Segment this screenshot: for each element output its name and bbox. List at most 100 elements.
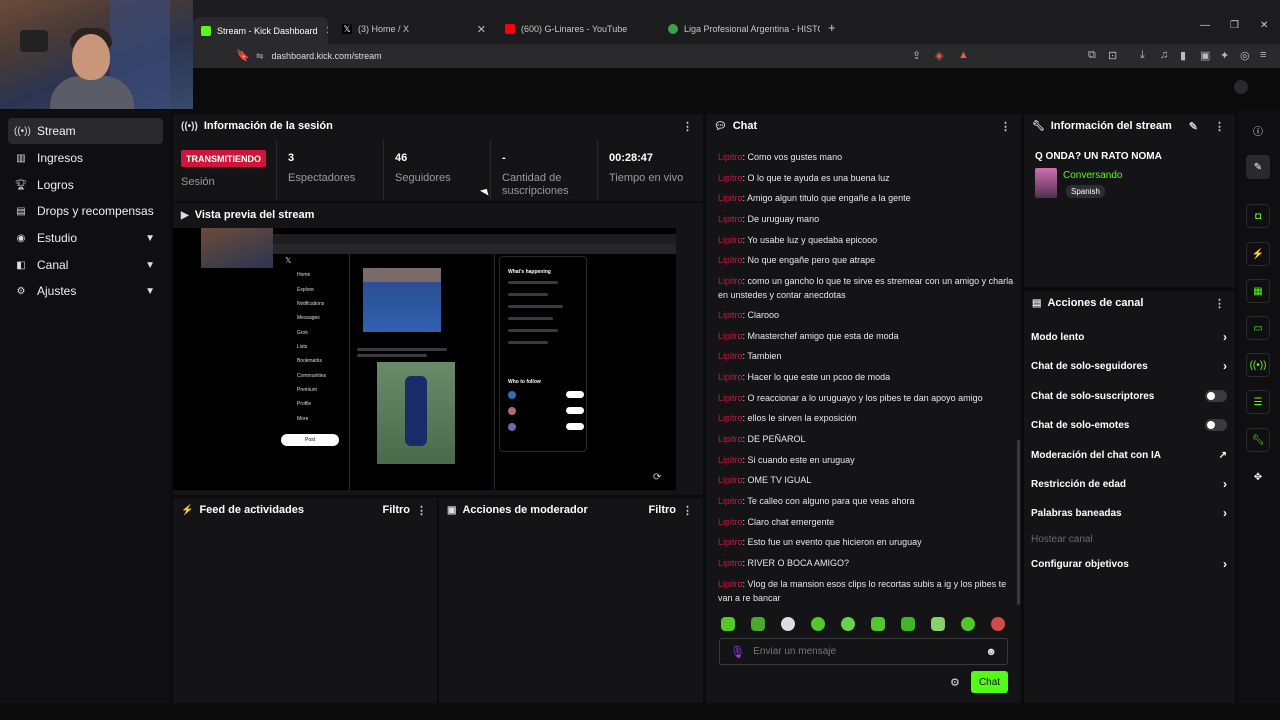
- bottom-bar: [0, 703, 1280, 720]
- emoji-icon[interactable]: ☻: [985, 646, 997, 658]
- wrench-icon[interactable]: 🔧︎: [1246, 428, 1270, 452]
- sidebar-item-ajustes[interactable]: ⚙ Ajustes ▼: [8, 278, 163, 304]
- age-restriction-row[interactable]: Restricción de edad ›: [1031, 474, 1227, 494]
- emote-icon[interactable]: [931, 617, 945, 631]
- microphone-icon[interactable]: 🎙︎: [730, 645, 745, 659]
- emote-icon[interactable]: [751, 617, 765, 631]
- wallet-icon[interactable]: ▣: [1200, 49, 1210, 62]
- extensions-icon[interactable]: ✥: [1246, 465, 1270, 489]
- chat-message-input[interactable]: [753, 646, 974, 657]
- emote-icon[interactable]: [721, 617, 735, 631]
- sidebar-item-label: Estudio: [37, 231, 78, 245]
- screenshot-icon[interactable]: ⊡: [1108, 49, 1117, 62]
- sidebar-item-ingresos[interactable]: ▥ Ingresos: [8, 145, 163, 171]
- stream-preview-video[interactable]: 𝕏 Home Explore Notifications Messages Gr…: [173, 228, 676, 490]
- x-nav-item: Messages: [297, 315, 320, 321]
- refresh-icon[interactable]: ⟳: [653, 472, 661, 483]
- maximize-icon[interactable]: ❐: [1230, 20, 1239, 31]
- rewards-icon[interactable]: ▲: [958, 49, 969, 61]
- filter-button[interactable]: Filtro: [383, 504, 411, 516]
- configure-goals-row[interactable]: Configurar objetivos ›: [1031, 554, 1227, 574]
- channel-action-label: Chat de solo-emotes: [1031, 419, 1130, 431]
- send-chat-button[interactable]: Chat: [971, 671, 1008, 693]
- sidebar-item-logros[interactable]: 🏆︎ Logros: [8, 172, 163, 198]
- lightning-icon[interactable]: ⚡: [1246, 242, 1270, 266]
- more-options-icon[interactable]: ⋮: [416, 504, 427, 517]
- close-window-icon[interactable]: ✕: [1260, 20, 1268, 31]
- more-options-icon[interactable]: ⋮: [682, 504, 693, 517]
- emote-icon[interactable]: [991, 617, 1005, 631]
- chat-scrollbar[interactable]: [1017, 440, 1020, 605]
- site-settings-icon[interactable]: ⇋: [256, 51, 264, 62]
- x-nav-item: Bookmarks: [297, 358, 323, 364]
- sidebar-item-stream[interactable]: ((•)) Stream: [8, 118, 163, 144]
- subscribers-only-toggle[interactable]: [1205, 390, 1227, 402]
- chat-settings-gear-icon[interactable]: ⚙: [950, 676, 960, 689]
- gift-icon: ▤: [16, 205, 26, 217]
- sidebar-item-drops[interactable]: ▤ Drops y recompensas: [8, 198, 163, 224]
- activity-feed-panel: ⚡ Feed de actividades Filtro ⋮: [173, 498, 437, 703]
- download-icon[interactable]: ⤓: [1140, 49, 1145, 62]
- scene-icon[interactable]: ◘: [1246, 204, 1270, 228]
- close-icon[interactable]: ✕: [469, 23, 486, 36]
- document-icon[interactable]: ▦: [1246, 279, 1270, 303]
- x-post-image: [377, 362, 455, 464]
- category-link[interactable]: Conversando: [1063, 170, 1122, 181]
- panel-title: Feed de actividades: [199, 504, 304, 516]
- emote-icon[interactable]: [871, 617, 885, 631]
- chat-message: Lipitro: O reaccionar a lo uruguayo y lo…: [718, 393, 983, 403]
- browser-tab[interactable]: Stream - Kick Dashboard ✕: [193, 17, 328, 44]
- x-trends-column: What's happening Who to follow: [499, 256, 587, 452]
- minimize-icon[interactable]: —: [1200, 20, 1210, 31]
- emote-icon[interactable]: [901, 617, 915, 631]
- bookmark-icon[interactable]: 🔖: [236, 49, 250, 62]
- sidebar-toggle-icon[interactable]: ▮: [1180, 49, 1186, 62]
- more-options-icon[interactable]: ⋮: [1000, 120, 1011, 133]
- slow-mode-row[interactable]: Modo lento ›: [1031, 327, 1227, 347]
- chevron-right-icon: ›: [1223, 557, 1227, 571]
- sidebar-item-estudio[interactable]: ◉ Estudio ▼: [8, 225, 163, 251]
- emotes-only-toggle[interactable]: [1205, 419, 1227, 431]
- brave-shield-icon[interactable]: ◈: [935, 49, 943, 62]
- browser-tab[interactable]: Liga Profesional Argentina - HISTORI: [660, 17, 820, 41]
- emotes-only-row: Chat de solo-emotes: [1031, 415, 1227, 435]
- x-nav-item: More: [297, 416, 309, 422]
- filter-button[interactable]: Filtro: [649, 504, 677, 516]
- more-options-icon[interactable]: ⋮: [1214, 120, 1225, 133]
- url-field[interactable]: ⇋ dashboard.kick.com/stream: [256, 44, 976, 68]
- followers-only-row[interactable]: Chat de solo-seguidores ›: [1031, 356, 1227, 376]
- browser-tab[interactable]: 𝕏 (3) Home / X ✕: [334, 17, 494, 41]
- close-icon[interactable]: ✕: [318, 24, 328, 37]
- media-icon[interactable]: ♫: [1160, 49, 1168, 61]
- emote-icon[interactable]: [781, 617, 795, 631]
- league-favicon-icon: [668, 24, 678, 34]
- share-icon[interactable]: ⇪: [912, 49, 921, 62]
- menu-icon[interactable]: ≡: [1260, 49, 1266, 61]
- x-nav-item: Communities: [297, 373, 327, 379]
- emote-icon[interactable]: [841, 617, 855, 631]
- leo-ai-icon[interactable]: ✦: [1220, 49, 1229, 62]
- more-options-icon[interactable]: ⋮: [682, 120, 693, 133]
- avatar[interactable]: [1234, 80, 1248, 94]
- stat-label: Cantidad de suscripciones: [502, 172, 569, 197]
- info-icon[interactable]: ⓘ: [1246, 118, 1270, 142]
- extensions-icon[interactable]: ⧉: [1088, 49, 1096, 62]
- edit-pencil-icon[interactable]: ✎: [1246, 155, 1270, 179]
- ai-moderation-row[interactable]: Moderación del chat con IA ↗: [1031, 445, 1227, 465]
- banned-words-row[interactable]: Palabras baneadas ›: [1031, 503, 1227, 523]
- chevron-right-icon: ›: [1223, 330, 1227, 344]
- sidebar-item-canal[interactable]: ◧ Canal ▼: [8, 252, 163, 278]
- emote-icon[interactable]: [811, 617, 825, 631]
- broadcast-icon: ((•)): [181, 120, 198, 132]
- edit-pencil-icon[interactable]: ✎: [1189, 120, 1198, 133]
- new-tab-icon[interactable]: +: [828, 20, 836, 35]
- broadcast-icon[interactable]: ((•)): [1246, 353, 1270, 377]
- browser-tab[interactable]: (600) G-Linares - YouTube: [497, 17, 657, 41]
- stream-title: Q ONDA? UN RATO NOMA: [1035, 151, 1162, 162]
- list-icon[interactable]: ☰: [1246, 390, 1270, 414]
- chat-bubble-icon[interactable]: ▭: [1246, 316, 1270, 340]
- more-options-icon[interactable]: ⋮: [1214, 297, 1225, 310]
- emote-icon[interactable]: [961, 617, 975, 631]
- vpn-icon[interactable]: ◎: [1240, 49, 1250, 62]
- chat-message: Lipitro: ellos le sirven la exposición: [718, 413, 857, 423]
